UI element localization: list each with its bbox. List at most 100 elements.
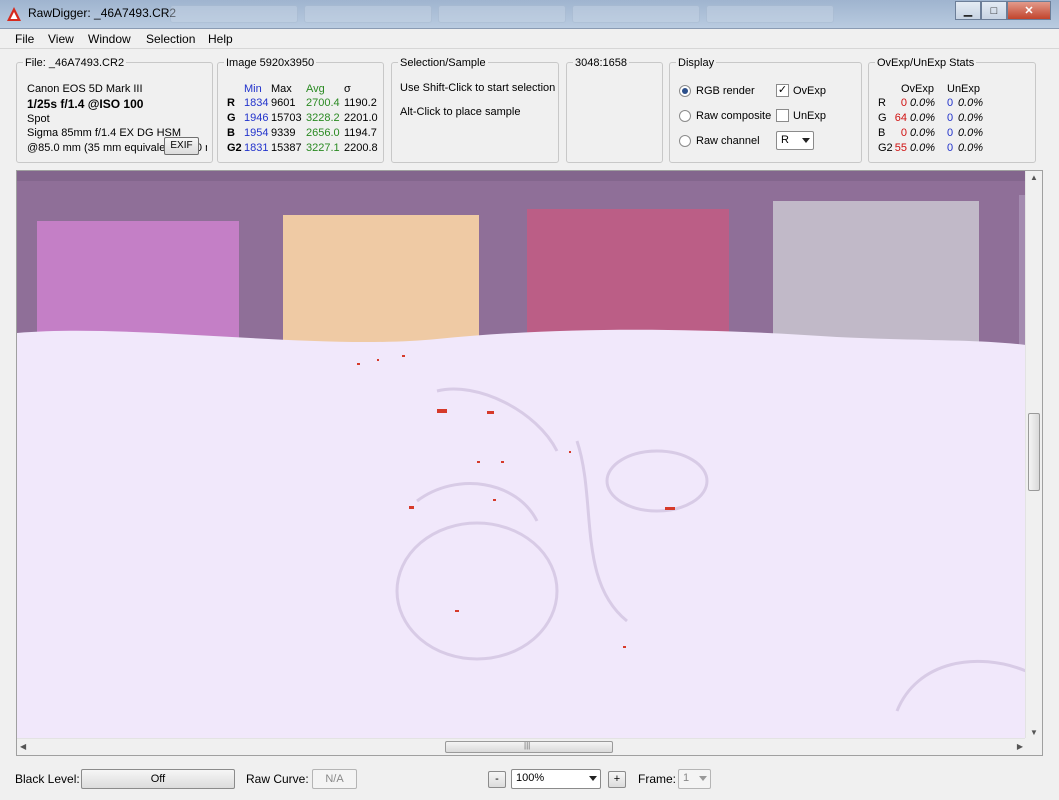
- ovexp-label[interactable]: OvExp: [793, 85, 826, 97]
- row-max: 9339: [271, 127, 296, 139]
- frame-value: 1: [683, 772, 690, 784]
- row-max: 15387: [271, 142, 302, 154]
- close-button[interactable]: ✕: [1007, 1, 1051, 20]
- unexp-percent: 0.0%: [958, 127, 984, 139]
- scroll-up-arrow-icon[interactable]: ▲: [1030, 173, 1038, 182]
- metering-mode: Spot: [27, 113, 50, 125]
- stat-channel: B: [878, 127, 886, 139]
- coordinates-panel: 3048:1658: [566, 57, 663, 163]
- window-title: RawDigger: _46A7493.CR2: [28, 6, 177, 20]
- scroll-corner: [1025, 738, 1042, 755]
- minimize-button[interactable]: ▁: [955, 1, 981, 20]
- horizontal-scrollbar[interactable]: ◀ ||| ▶: [17, 738, 1026, 755]
- selection-hint: Use Shift-Click to start selection: [400, 82, 556, 94]
- exposure-stats-label: OvExp/UnExp Stats: [875, 57, 977, 69]
- header-max: Max: [271, 83, 292, 95]
- raw-composite-radio[interactable]: [679, 110, 691, 122]
- menu-selection[interactable]: Selection: [146, 32, 195, 46]
- menu-file[interactable]: File: [15, 32, 34, 46]
- rgb-render-label[interactable]: RGB render: [696, 85, 755, 97]
- raw-channel-label[interactable]: Raw channel: [696, 135, 760, 147]
- background-tab: [572, 5, 700, 23]
- ovexp-count: 0: [900, 97, 907, 109]
- ovexp-percent: 0.0%: [910, 97, 936, 109]
- image-top-edge: [17, 171, 1026, 181]
- header-avg: Avg: [306, 83, 325, 95]
- file-label: File: _46A7493.CR2: [23, 57, 127, 69]
- row-sigma: 2200.8: [344, 142, 378, 154]
- row-max: 15703: [271, 112, 302, 124]
- header-unexp: UnExp: [947, 83, 981, 95]
- exposure-stats-panel: OvExp/UnExp Stats OvExp UnExp R 0 0.0% 0…: [868, 57, 1036, 163]
- cursor-coordinates: 3048:1658: [573, 57, 629, 69]
- raw-curve-label: Raw Curve:: [246, 772, 309, 786]
- zoom-value: 100%: [516, 772, 545, 784]
- window-controls: ▁ □ ✕: [955, 1, 1051, 20]
- image-stats-panel: Image 5920x3950 Min Max Avg σ R 1834 960…: [217, 57, 384, 163]
- chevron-down-icon: [802, 138, 810, 143]
- ovexp-checkbox[interactable]: ✓: [776, 84, 789, 97]
- vertical-scroll-thumb[interactable]: [1028, 413, 1040, 491]
- black-level-button[interactable]: Off: [81, 769, 235, 789]
- zoom-select[interactable]: 100%: [511, 769, 601, 789]
- row-sigma: 2201.0: [344, 112, 378, 124]
- row-avg: 2700.4: [306, 97, 340, 109]
- background-tab: [170, 5, 298, 23]
- unexp-count: 0: [947, 127, 954, 139]
- header-ovexp: OvExp: [901, 83, 935, 95]
- row-min: 1831: [244, 142, 269, 154]
- row-avg: 3228.2: [306, 112, 340, 124]
- frame-label: Frame:: [638, 772, 677, 786]
- row-channel: G2: [227, 142, 242, 154]
- zoom-in-button[interactable]: +: [608, 771, 626, 788]
- raw-channel-select[interactable]: R: [776, 131, 814, 150]
- lens-info: Sigma 85mm f/1.4 EX DG HSM: [27, 127, 182, 139]
- scroll-left-arrow-icon[interactable]: ◀: [20, 742, 26, 751]
- camera-model: Canon EOS 5D Mark III: [27, 83, 143, 95]
- black-level-label: Black Level:: [15, 772, 80, 786]
- selection-sample-panel: Selection/Sample Use Shift-Click to star…: [391, 57, 559, 163]
- unexp-label[interactable]: UnExp: [793, 110, 826, 122]
- maximize-button[interactable]: □: [981, 1, 1007, 20]
- menu-help[interactable]: Help: [208, 32, 233, 46]
- display-panel: Display RGB render Raw composite Raw cha…: [669, 57, 862, 163]
- zoom-out-button[interactable]: -: [488, 771, 506, 788]
- image-viewer[interactable]: ▲ ▼ ◀ ||| ▶: [16, 170, 1043, 756]
- scroll-right-arrow-icon[interactable]: ▶: [1017, 742, 1023, 751]
- background-tab: [304, 5, 432, 23]
- raw-curve-button[interactable]: N/A: [312, 769, 357, 789]
- ovexp-count: 64: [894, 112, 907, 124]
- raw-composite-label[interactable]: Raw composite: [696, 110, 771, 122]
- stat-channel: G: [878, 112, 887, 124]
- exif-button[interactable]: EXIF: [164, 137, 199, 155]
- ovexp-percent: 0.0%: [910, 127, 936, 139]
- raw-image-canvas[interactable]: [17, 171, 1026, 739]
- background-taskbar-tabs: [170, 5, 834, 23]
- unexp-percent: 0.0%: [958, 142, 984, 154]
- header-min: Min: [244, 83, 262, 95]
- title-bar: RawDigger: _46A7493.CR2 ▁ □ ✕: [0, 0, 1059, 29]
- rawdigger-logo-icon: [7, 7, 21, 21]
- stat-channel: G2: [878, 142, 893, 154]
- selection-label: Selection/Sample: [398, 57, 488, 69]
- vertical-scrollbar[interactable]: ▲ ▼: [1025, 171, 1042, 739]
- ovexp-count: 0: [900, 127, 907, 139]
- row-channel: B: [227, 127, 235, 139]
- row-avg: 2656.0: [306, 127, 340, 139]
- rgb-render-radio[interactable]: [679, 85, 691, 97]
- menu-window[interactable]: Window: [88, 32, 131, 46]
- raw-channel-radio[interactable]: [679, 135, 691, 147]
- background-tab: [438, 5, 566, 23]
- menu-view[interactable]: View: [48, 32, 74, 46]
- horizontal-scroll-thumb[interactable]: |||: [445, 741, 613, 753]
- scroll-down-arrow-icon[interactable]: ▼: [1030, 728, 1038, 737]
- row-channel: R: [227, 97, 235, 109]
- background-tab: [706, 5, 834, 23]
- grip-icon: |||: [524, 741, 531, 750]
- frame-select[interactable]: 1: [678, 769, 711, 789]
- unexp-checkbox[interactable]: [776, 109, 789, 122]
- unexp-count: 0: [947, 112, 954, 124]
- unexp-count: 0: [947, 142, 954, 154]
- row-channel: G: [227, 112, 236, 124]
- chevron-down-icon: [699, 776, 707, 781]
